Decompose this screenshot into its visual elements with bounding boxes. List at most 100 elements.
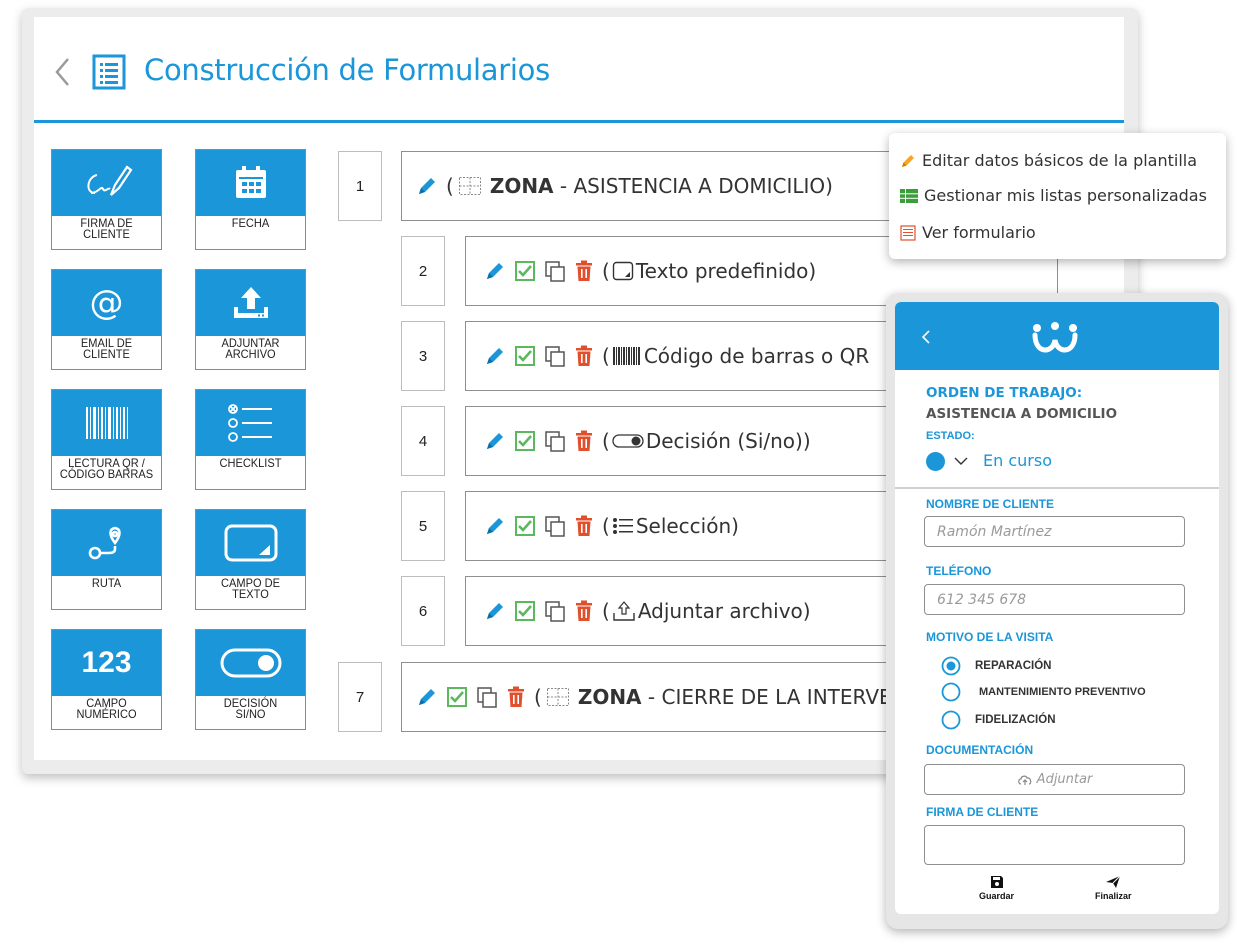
checkbox-checked-icon[interactable] (514, 345, 536, 367)
pencil-icon[interactable] (416, 686, 438, 708)
signature-label: FIRMA DE CLIENTE (926, 805, 1039, 819)
pencil-icon[interactable] (416, 175, 438, 197)
checkbox-checked-icon[interactable] (514, 260, 536, 282)
row-zone-label: ZONA (489, 174, 554, 198)
radio-selected-icon (941, 656, 961, 676)
copy-icon[interactable] (476, 686, 498, 708)
form-row-zone-cierre[interactable]: ( ZONA - CIERRE DE LA INTERVENCIÓN) (401, 662, 906, 732)
phone-label: TELÉFONO (926, 564, 992, 578)
back-chevron-icon[interactable] (54, 57, 70, 87)
form-icon (900, 224, 916, 241)
copy-icon[interactable] (544, 345, 566, 367)
row-label: - ASISTENCIA A DOMICILIO) (553, 174, 833, 198)
phone-input[interactable]: 612 345 678 (924, 584, 1185, 615)
back-chevron-icon[interactable] (921, 329, 931, 345)
menu-item-ver[interactable]: Ver formulario (900, 223, 1036, 242)
row-paren: ( (446, 174, 454, 198)
menu-item-listas[interactable]: Gestionar mis listas personalizadas (900, 186, 1207, 205)
palette-tile-ruta[interactable]: RUTA (51, 509, 162, 610)
radio-label: MANTENIMIENTO PREVENTIVO (979, 686, 1146, 698)
row-label: Texto predefinido) (635, 259, 817, 283)
state-label: ESTADO: (926, 430, 975, 442)
checkbox-checked-icon[interactable] (514, 600, 536, 622)
checkbox-checked-icon[interactable] (446, 686, 468, 708)
row-index: 4 (401, 406, 445, 476)
attach-label: Adjuntar (1036, 772, 1093, 787)
palette-tile-checklist[interactable]: CHECKLIST (195, 389, 306, 490)
finish-label: Finalizar (1095, 891, 1132, 901)
palette-tile-campo-numerico[interactable]: 123 CAMPO NUMÉRICO (51, 629, 162, 730)
route-icon (88, 526, 121, 560)
trash-icon[interactable] (506, 686, 526, 708)
row-index-text: 3 (418, 347, 428, 365)
row-label: Selección) (635, 514, 739, 538)
row-label: Decisión (Si/no)) (645, 429, 811, 453)
copy-icon[interactable] (544, 260, 566, 282)
row-index-text: 6 (418, 602, 428, 620)
pencil-icon[interactable] (484, 515, 506, 537)
radio-fidelizacion[interactable]: FIDELIZACIÓN (941, 710, 1056, 730)
pencil-icon[interactable] (484, 600, 506, 622)
checklist-icon (227, 404, 272, 442)
copy-icon[interactable] (544, 600, 566, 622)
row-paren: ( (602, 344, 610, 368)
at-icon: @ (89, 283, 124, 323)
palette-tile-decision[interactable]: DECISIÓN SI/NO (195, 629, 306, 730)
palette-tile-lectura[interactable]: LECTURA QR / CÓDIGO BARRAS (51, 389, 162, 490)
state-value[interactable]: En curso (983, 451, 1052, 470)
form-row-decision[interactable]: ( Decisión (Si/no)) (465, 406, 905, 476)
tile-label: CHECKLIST (219, 456, 282, 470)
trash-icon[interactable] (574, 345, 594, 367)
trash-icon[interactable] (574, 515, 594, 537)
state-dot (926, 452, 945, 471)
phone-screen: ORDEN DE TRABAJO: ASISTENCIA A DOMICILIO… (895, 302, 1219, 914)
radio-label: FIDELIZACIÓN (975, 714, 1056, 726)
checkbox-checked-icon[interactable] (514, 430, 536, 452)
row-index-text: 1 (355, 177, 365, 195)
checkbox-checked-icon[interactable] (514, 515, 536, 537)
brand-logo-icon (1031, 322, 1079, 354)
palette-tile-campo-texto[interactable]: CAMPO DE TEXTO (195, 509, 306, 610)
row-index: 7 (338, 662, 382, 732)
copy-icon[interactable] (544, 430, 566, 452)
palette-tile-firma[interactable]: FIRMA DE CLIENTE (51, 149, 162, 250)
tile-label: NUMÉRICO (76, 707, 137, 721)
client-name-input[interactable]: Ramón Martínez (924, 516, 1185, 547)
menu-item-editar[interactable]: Editar datos básicos de la plantilla (900, 151, 1197, 170)
form-row-seleccion[interactable]: ( Selección) (465, 491, 905, 561)
client-placeholder: Ramón Martínez (937, 523, 1052, 540)
save-label: Guardar (979, 891, 1015, 901)
palette-tile-adjuntar[interactable]: ADJUNTAR ARCHIVO (195, 269, 306, 370)
pencil-icon[interactable] (484, 260, 506, 282)
tile-label: RUTA (91, 576, 122, 590)
attach-button[interactable]: Adjuntar (924, 764, 1185, 795)
chevron-down-icon[interactable] (953, 455, 969, 467)
signature-field[interactable] (924, 825, 1185, 865)
phone-header (895, 302, 1219, 370)
copy-icon[interactable] (544, 515, 566, 537)
radio-reparacion[interactable]: REPARACIÓN (941, 656, 1051, 676)
form-row-adjuntar[interactable]: ( Adjuntar archivo) (465, 576, 905, 646)
trash-icon[interactable] (574, 430, 594, 452)
tile-label: CLIENTE (83, 227, 130, 241)
finish-button[interactable]: Finalizar (1095, 875, 1132, 901)
row-index: 1 (338, 151, 382, 221)
row-zone-label: ZONA (577, 685, 642, 709)
page-header: Construcción de Formularios (34, 17, 1124, 123)
pencil-icon[interactable] (484, 430, 506, 452)
trash-icon[interactable] (574, 260, 594, 282)
pencil-icon (902, 154, 914, 167)
form-row-barcode[interactable]: ( Código de barras o QR (465, 321, 905, 391)
radio-label: REPARACIÓN (975, 660, 1052, 672)
palette-tile-fecha[interactable]: FECHA (195, 149, 306, 250)
pencil-icon[interactable] (484, 345, 506, 367)
reason-label: MOTIVO DE LA VISITA (926, 630, 1054, 644)
radio-mantenimiento[interactable]: MANTENIMIENTO PREVENTIVO (941, 682, 1146, 702)
row-index: 2 (401, 236, 445, 306)
form-row-zone[interactable]: ( ZONA - ASISTENCIA A DOMICILIO) (401, 151, 921, 221)
menu-item-label: Ver formulario (922, 223, 1036, 242)
save-button[interactable]: Guardar (979, 875, 1014, 901)
trash-icon[interactable] (574, 600, 594, 622)
palette-tile-email[interactable]: @ EMAIL DE CLIENTE (51, 269, 162, 370)
menu-item-label: Editar datos básicos de la plantilla (922, 151, 1198, 170)
